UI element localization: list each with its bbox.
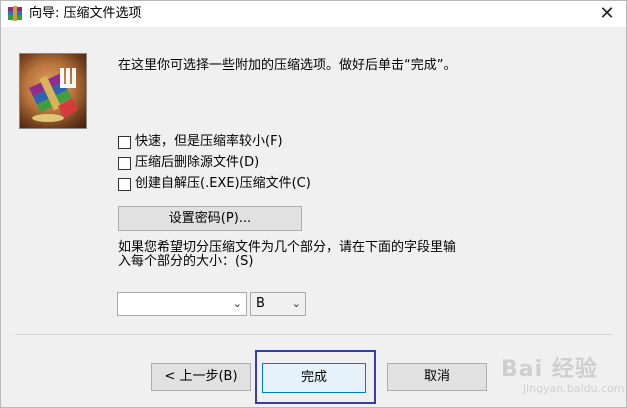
- option-create-sfx[interactable]: 创建自解压(.EXE)压缩文件(C): [118, 175, 311, 193]
- checkbox[interactable]: [118, 156, 131, 170]
- winrar-app-icon: [8, 6, 22, 21]
- option-fast-compression[interactable]: 快速，但是压缩率较小(F): [118, 133, 283, 151]
- option-label: 创建自解压(.EXE)压缩文件(C): [135, 176, 311, 191]
- wizard-dialog: 向导: 压缩文件选项 ✕ 在这里你可选择一些附加的压缩选项。做好后单击“完成”。…: [0, 0, 627, 408]
- option-delete-source[interactable]: 压缩后删除源文件(D): [118, 154, 259, 172]
- cancel-button[interactable]: 取消: [387, 363, 487, 391]
- back-button[interactable]: < 上一步(B): [151, 363, 251, 391]
- split-unit-value: B: [256, 296, 265, 311]
- content-area: 在这里你可选择一些附加的压缩选项。做好后单击“完成”。 快速，但是压缩率较小(F…: [1, 27, 626, 339]
- watermark-text: Bai 经验: [501, 357, 598, 382]
- close-icon: ✕: [599, 3, 615, 24]
- wizard-illustration-icon: [19, 53, 87, 129]
- finish-button[interactable]: 完成: [262, 363, 366, 393]
- split-instructions-line1: 如果您希望切分压缩文件为几个部分，请在下面的字段里输: [118, 240, 457, 255]
- window-title: 向导: 压缩文件选项: [29, 6, 142, 21]
- close-button[interactable]: ✕: [596, 3, 618, 25]
- watermark-url: jingyan.baidu.com: [523, 382, 625, 395]
- baidu-watermark: Bai 经验 jingyan.baidu.com: [501, 349, 625, 399]
- option-label: 快速，但是压缩率较小(F): [135, 134, 283, 149]
- split-instructions-line2: 入每个部分的大小：(S): [118, 254, 254, 269]
- split-unit-select[interactable]: B ⌄: [250, 292, 306, 316]
- split-instructions: 如果您希望切分压缩文件为几个部分，请在下面的字段里输 入每个部分的大小：(S): [118, 241, 588, 269]
- checkbox[interactable]: [118, 135, 131, 149]
- intro-text: 在这里你可选择一些附加的压缩选项。做好后单击“完成”。: [118, 58, 457, 73]
- chevron-down-icon: ⌄: [232, 297, 242, 310]
- checkbox[interactable]: [118, 177, 131, 191]
- set-password-button[interactable]: 设置密码(P)...: [118, 206, 302, 231]
- option-label: 压缩后删除源文件(D): [135, 155, 260, 170]
- title-bar: 向导: 压缩文件选项 ✕: [1, 1, 626, 27]
- split-size-combobox[interactable]: ⌄: [117, 292, 247, 316]
- chevron-down-icon: ⌄: [291, 297, 301, 310]
